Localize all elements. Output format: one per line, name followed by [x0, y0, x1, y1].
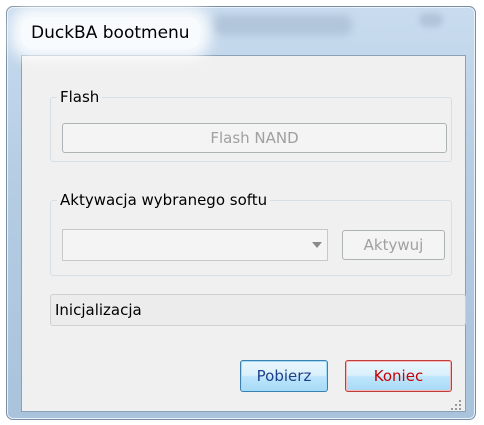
dialog-client-area: Flash Flash NAND Aktywacja wybranego sof…	[21, 55, 466, 412]
activation-group: Aktywacja wybranego softu Aktywuj	[50, 190, 452, 276]
status-field: Inicjalizacja	[50, 294, 466, 326]
chevron-down-icon[interactable]	[307, 230, 327, 260]
activation-group-title: Aktywacja wybranego softu	[57, 190, 271, 210]
download-button-label: Pobierz	[256, 367, 312, 385]
download-button[interactable]: Pobierz	[240, 360, 328, 392]
status-text: Inicjalizacja	[55, 301, 142, 319]
exit-button[interactable]: Koniec	[345, 360, 452, 392]
flash-group: Flash Flash NAND	[50, 87, 452, 162]
exit-button-label: Koniec	[373, 367, 424, 385]
titlebar-background-blur	[212, 15, 352, 35]
flash-nand-button-label: Flash NAND	[210, 129, 299, 147]
flash-nand-button[interactable]: Flash NAND	[62, 123, 447, 153]
resize-grip-icon[interactable]	[450, 396, 462, 410]
window-title: DuckBA bootmenu	[21, 17, 200, 49]
app-window: DuckBA bootmenu Flash Flash NAND Aktywac…	[6, 6, 476, 420]
activate-button-label: Aktywuj	[363, 236, 424, 254]
flash-group-title: Flash	[57, 87, 103, 107]
titlebar-background-blur-2	[419, 13, 443, 27]
soft-select-combobox[interactable]	[62, 229, 328, 261]
activate-button[interactable]: Aktywuj	[342, 230, 445, 260]
